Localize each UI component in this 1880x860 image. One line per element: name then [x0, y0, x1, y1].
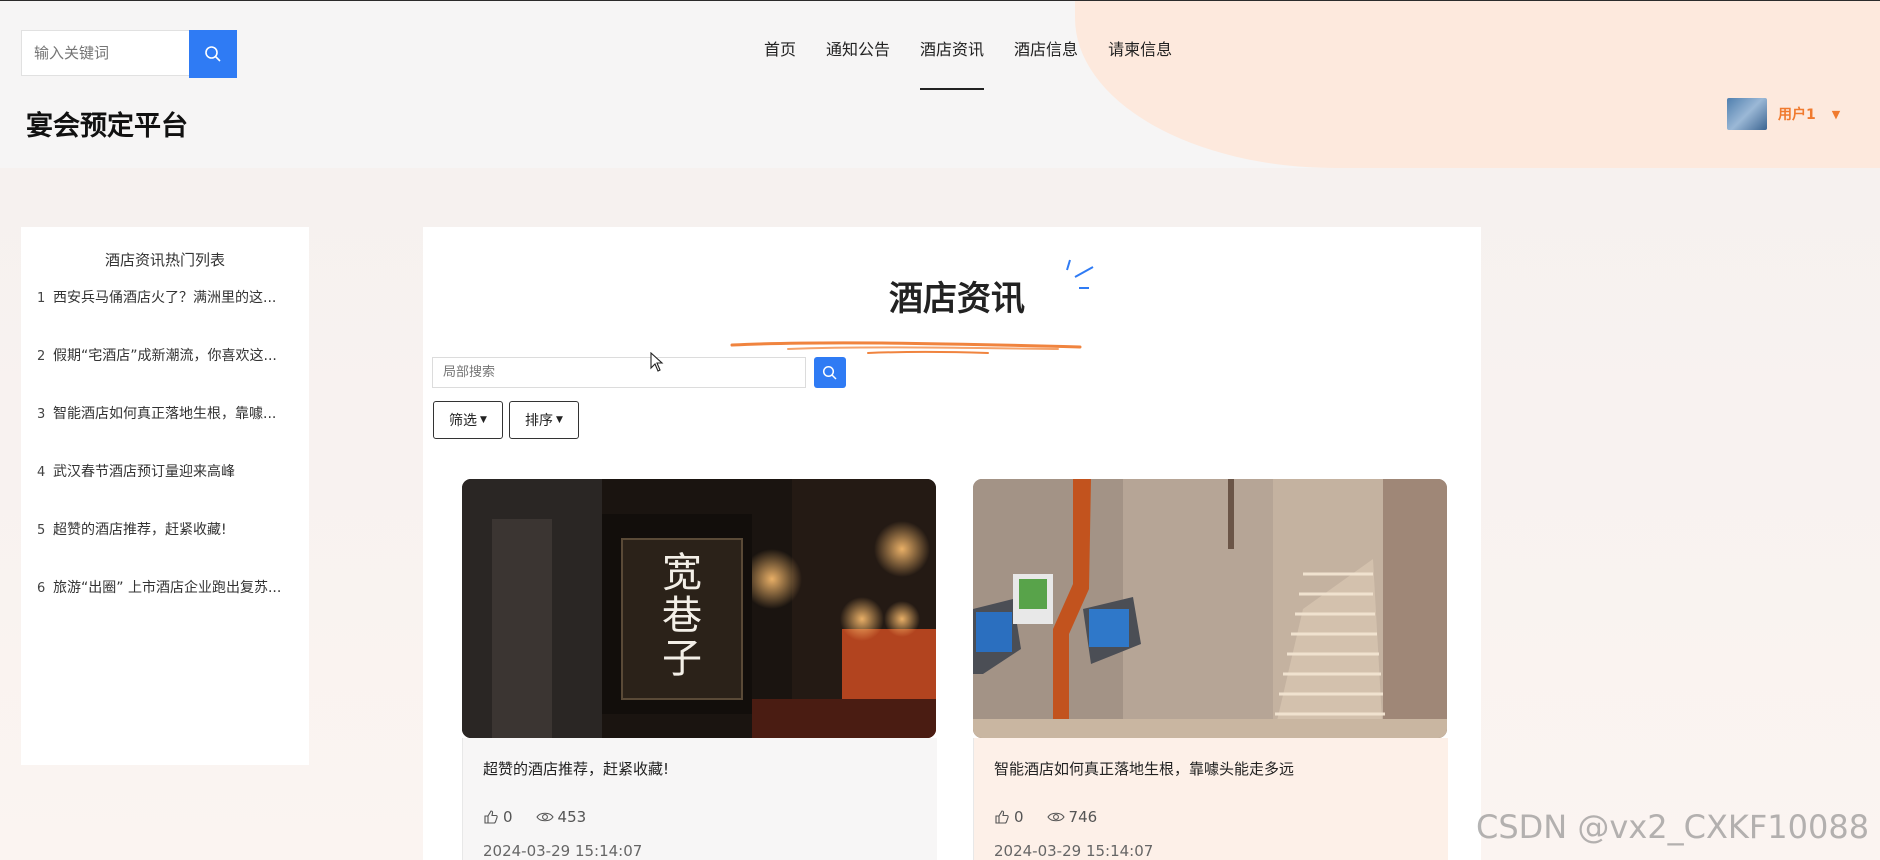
list-item-number: 5 [37, 523, 46, 538]
nav-hotel-news[interactable]: 酒店资讯 [920, 36, 985, 90]
svg-text:子: 子 [662, 636, 702, 682]
news-card-title[interactable]: 智能酒店如何真正落地生根，靠噱头能走多远 [994, 758, 1294, 779]
user-name: 用户1 [1778, 107, 1816, 123]
hot-list-panel: 酒店资讯热门列表 1 西安兵马俑酒店火了？满洲里的这... 2 假期“宅酒店”成新潮… [21, 227, 309, 765]
title-underline-decoration [730, 341, 1082, 354]
list-item-number: 2 [37, 349, 46, 364]
list-item-text: 假期“宅酒店”成新潮流，你喜欢这... [53, 348, 277, 364]
news-card-date: 2024-03-29 15:14:07 [994, 842, 1154, 860]
list-item-text: 西安兵马俑酒店火了？满洲里的这... [53, 290, 277, 306]
caret-down-icon: ▼ [556, 415, 563, 425]
top-border [0, 0, 1880, 1]
local-search-input[interactable] [432, 357, 806, 388]
news-card-stats: 0 746 [994, 808, 1102, 826]
caret-down-icon: ▼ [1831, 107, 1841, 121]
list-item[interactable]: 1 西安兵马俑酒店火了？满洲里的这... [21, 287, 309, 345]
list-item-text: 智能酒店如何真正落地生根，靠噱... [53, 406, 277, 422]
alley-photo: 宽 巷 子 [462, 479, 936, 738]
list-item-number: 1 [37, 291, 46, 306]
search-icon [205, 46, 221, 62]
news-card-info: 超赞的酒店推荐，赶紧收藏! 0 453 2024-03-29 15:14:07 [462, 738, 937, 860]
sort-label: 排序 [525, 413, 554, 429]
site-title: 宴会预定平台 [26, 111, 188, 142]
filter-dropdown[interactable]: 筛选 ▼ [433, 401, 503, 439]
hot-list-title: 酒店资讯热门列表 [104, 251, 225, 269]
header-search-input[interactable] [21, 30, 189, 76]
thumbs-up-icon[interactable] [483, 809, 499, 825]
hot-list: 1 西安兵马俑酒店火了？满洲里的这... 2 假期“宅酒店”成新潮流，你喜欢这...… [21, 287, 309, 635]
news-card-date: 2024-03-29 15:14:07 [483, 842, 643, 860]
smart-hotel-photo [973, 479, 1447, 738]
like-count: 0 [503, 808, 513, 826]
news-card-info: 智能酒店如何真正落地生根，靠噱头能走多远 0 746 2024-03-29 15… [973, 738, 1448, 860]
header-search-button[interactable] [189, 30, 237, 78]
thumbs-up-icon[interactable] [994, 809, 1010, 825]
eye-icon [1046, 812, 1065, 822]
list-item[interactable]: 4 武汉春节酒店预订量迎来高峰 [21, 461, 309, 519]
list-item-text: 超赞的酒店推荐，赶紧收藏! [53, 522, 227, 538]
news-panel: 酒店资讯 筛选▼ 排序▼ [423, 227, 1481, 860]
main-nav: 首页 通知公告 酒店资讯 酒店信息 请柬信息 [764, 36, 1202, 90]
nav-invitations[interactable]: 请柬信息 [1108, 36, 1172, 90]
like-count: 0 [1014, 808, 1024, 826]
list-item-number: 3 [37, 407, 46, 422]
sort-dropdown[interactable]: 排序 ▼ [509, 401, 579, 439]
watermark: CSDN @vx2_CXKF10088 [1476, 808, 1870, 846]
list-item-text: 武汉春节酒店预订量迎来高峰 [53, 464, 235, 480]
view-count: 453 [557, 808, 587, 826]
list-item-number: 6 [37, 581, 46, 596]
news-card[interactable]: 智能酒店如何真正落地生根，靠噱头能走多远 0 746 2024-03-29 15… [973, 479, 1448, 860]
svg-text:宽: 宽 [662, 550, 702, 596]
news-card-image[interactable]: 宽 巷 子 [462, 479, 936, 738]
list-item[interactable]: 2 假期“宅酒店”成新潮流，你喜欢这... [21, 345, 309, 403]
page-title: 酒店资讯 [889, 279, 1025, 319]
svg-text:巷: 巷 [662, 593, 702, 639]
list-item[interactable]: 3 智能酒店如何真正落地生根，靠噱... [21, 403, 309, 461]
filter-label: 筛选 [449, 413, 478, 429]
local-search [432, 357, 846, 388]
nav-home[interactable]: 首页 [764, 36, 796, 90]
mouse-cursor-icon [650, 352, 664, 372]
list-item[interactable]: 6 旅游“出圈” 上市酒店企业跑出复苏... [21, 577, 309, 635]
sparkle-decoration [1066, 259, 1094, 289]
local-search-button[interactable] [814, 357, 846, 388]
news-card-image[interactable] [973, 479, 1447, 738]
eye-icon [535, 812, 554, 822]
news-card-title[interactable]: 超赞的酒店推荐，赶紧收藏! [483, 758, 669, 779]
user-menu[interactable]: 用户1 ▼ [1727, 98, 1840, 130]
nav-hotel-info[interactable]: 酒店信息 [1014, 36, 1078, 90]
list-item-text: 旅游“出圈” 上市酒店企业跑出复苏... [53, 580, 282, 596]
news-card[interactable]: 宽 巷 子 超赞的酒店推荐，赶紧收藏! 0 453 2024-03-29 15:… [462, 479, 937, 860]
caret-down-icon: ▼ [480, 415, 487, 425]
header-search [21, 30, 237, 78]
list-item-number: 4 [37, 465, 46, 480]
avatar [1727, 98, 1767, 130]
view-count: 746 [1068, 808, 1098, 826]
nav-notices[interactable]: 通知公告 [826, 36, 890, 90]
search-icon [822, 365, 837, 380]
news-card-stats: 0 453 [483, 808, 591, 826]
list-item[interactable]: 5 超赞的酒店推荐，赶紧收藏! [21, 519, 309, 577]
